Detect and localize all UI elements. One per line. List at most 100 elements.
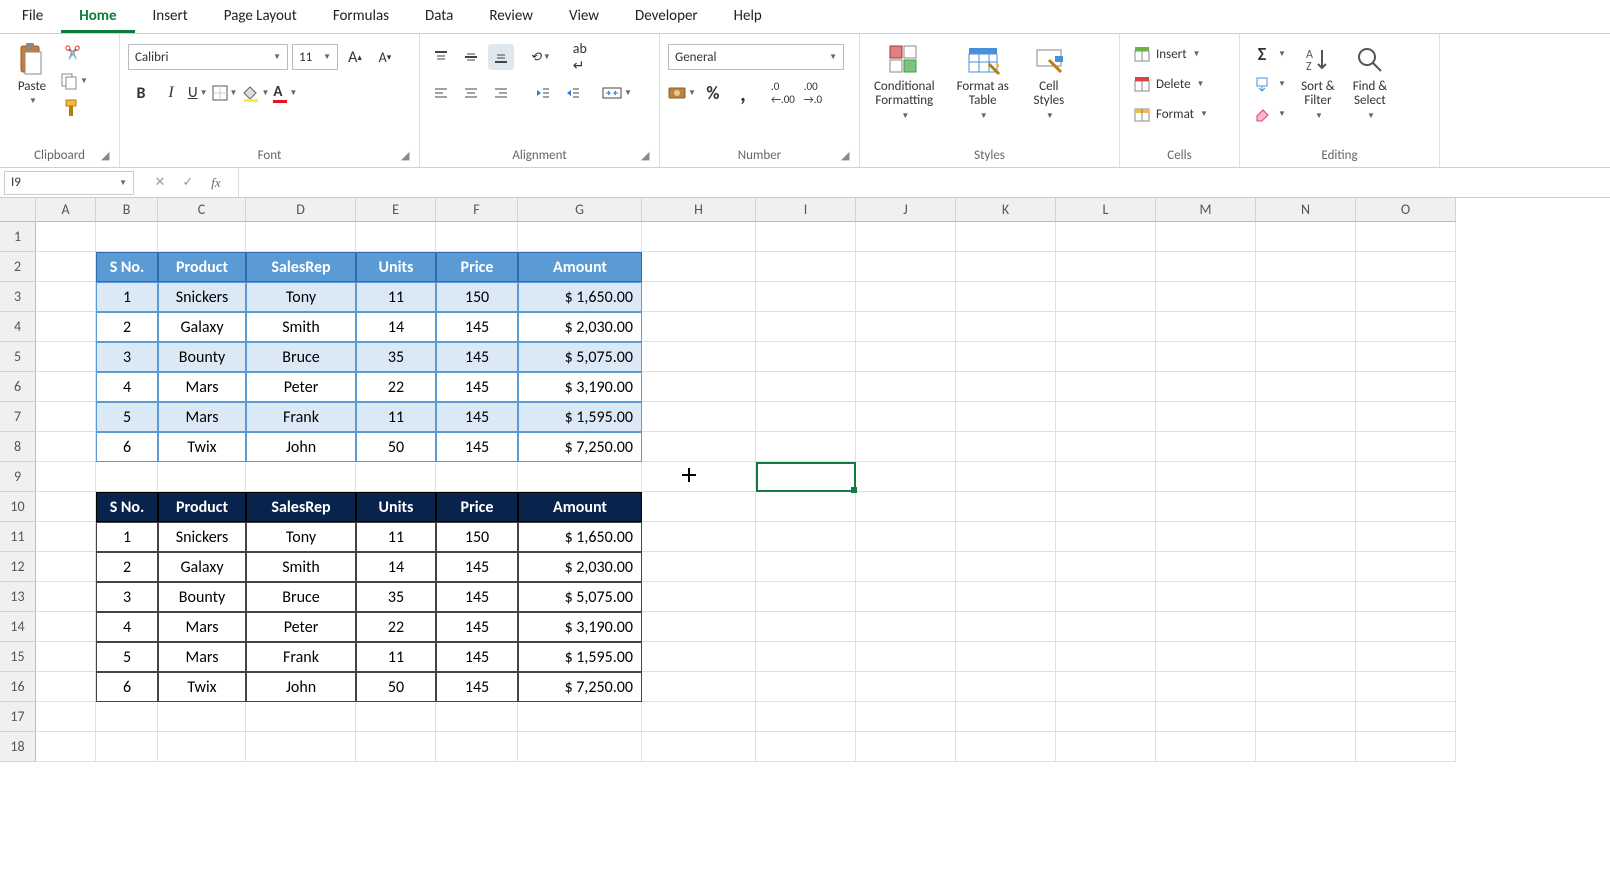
cell[interactable]: 4 xyxy=(96,612,158,642)
cell[interactable] xyxy=(642,702,756,732)
cell-styles-button[interactable]: Cell Styles▼ xyxy=(1025,38,1073,125)
align-left-button[interactable] xyxy=(428,80,454,106)
cell[interactable]: 35 xyxy=(356,342,436,372)
column-header[interactable]: H xyxy=(642,198,756,222)
cell[interactable] xyxy=(1056,552,1156,582)
cell[interactable]: 50 xyxy=(356,672,436,702)
underline-button[interactable]: U▼ xyxy=(188,80,208,106)
cell[interactable]: $ 7,250.00 xyxy=(518,432,642,462)
cell[interactable]: 6 xyxy=(96,672,158,702)
cell[interactable]: Twix xyxy=(158,672,246,702)
cell[interactable] xyxy=(36,252,96,282)
cell[interactable]: 22 xyxy=(356,612,436,642)
copy-button[interactable]: ▼ xyxy=(60,69,88,92)
cell[interactable] xyxy=(1156,222,1256,252)
row-header[interactable]: 11 xyxy=(0,522,36,552)
column-header[interactable]: B xyxy=(96,198,158,222)
cell[interactable] xyxy=(856,462,956,492)
cell[interactable] xyxy=(756,312,856,342)
cell[interactable] xyxy=(1156,282,1256,312)
cell[interactable] xyxy=(1356,702,1456,732)
column-header[interactable]: M xyxy=(1156,198,1256,222)
decrease-indent-button[interactable] xyxy=(530,80,556,106)
cell[interactable] xyxy=(642,672,756,702)
cell[interactable] xyxy=(1256,402,1356,432)
cell[interactable] xyxy=(1356,672,1456,702)
column-header[interactable]: C xyxy=(158,198,246,222)
cell[interactable] xyxy=(642,522,756,552)
cell[interactable]: 1 xyxy=(96,282,158,312)
cell[interactable] xyxy=(756,672,856,702)
cell[interactable] xyxy=(756,522,856,552)
cell[interactable] xyxy=(356,222,436,252)
cell[interactable] xyxy=(856,552,956,582)
cell[interactable] xyxy=(1256,552,1356,582)
increase-decimal-button[interactable]: .0←.00 xyxy=(770,80,796,106)
cell[interactable]: 35 xyxy=(356,582,436,612)
cell[interactable]: Peter xyxy=(246,372,356,402)
cell[interactable]: 11 xyxy=(356,642,436,672)
cell[interactable] xyxy=(642,342,756,372)
cell[interactable] xyxy=(246,702,356,732)
cell[interactable] xyxy=(642,732,756,762)
cell[interactable] xyxy=(756,222,856,252)
tab-home[interactable]: Home xyxy=(61,0,134,33)
row-header[interactable]: 10 xyxy=(0,492,36,522)
cell[interactable] xyxy=(1056,312,1156,342)
cell[interactable] xyxy=(1356,642,1456,672)
tab-insert[interactable]: Insert xyxy=(135,0,206,33)
cell[interactable]: $ 1,650.00 xyxy=(518,522,642,552)
spreadsheet-grid[interactable]: ABCDEFGHIJKLMNO12S No.ProductSalesRepUni… xyxy=(0,198,1456,880)
cell[interactable] xyxy=(436,222,518,252)
column-header[interactable]: D xyxy=(246,198,356,222)
cell[interactable]: Tony xyxy=(246,522,356,552)
cell[interactable] xyxy=(1256,642,1356,672)
cell[interactable] xyxy=(1356,282,1456,312)
cell[interactable] xyxy=(356,732,436,762)
cell[interactable] xyxy=(1056,432,1156,462)
cell[interactable]: 14 xyxy=(356,552,436,582)
cell[interactable] xyxy=(956,612,1056,642)
cell[interactable] xyxy=(36,402,96,432)
column-header[interactable] xyxy=(0,198,36,222)
cell[interactable] xyxy=(96,732,158,762)
cell[interactable] xyxy=(856,372,956,402)
cell[interactable] xyxy=(1156,642,1256,672)
cell[interactable] xyxy=(1356,492,1456,522)
cell[interactable] xyxy=(36,282,96,312)
name-box[interactable]: I9▼ xyxy=(4,171,134,195)
cell[interactable] xyxy=(36,342,96,372)
cell[interactable] xyxy=(36,702,96,732)
insert-cells-button[interactable]: Insert▼ xyxy=(1128,42,1204,66)
cell[interactable] xyxy=(956,342,1056,372)
cell[interactable] xyxy=(1156,492,1256,522)
cell[interactable] xyxy=(756,612,856,642)
cell[interactable]: Snickers xyxy=(158,282,246,312)
align-bottom-button[interactable] xyxy=(488,44,514,70)
cell[interactable] xyxy=(756,432,856,462)
cell[interactable] xyxy=(1356,252,1456,282)
cell[interactable] xyxy=(956,522,1056,552)
autosum-button[interactable]: Σ▼ xyxy=(1248,42,1290,66)
cell[interactable] xyxy=(642,222,756,252)
cell[interactable] xyxy=(1256,492,1356,522)
cell[interactable] xyxy=(158,702,246,732)
cell[interactable] xyxy=(856,252,956,282)
cell[interactable]: Mars xyxy=(158,402,246,432)
cell[interactable] xyxy=(1256,222,1356,252)
cell[interactable] xyxy=(642,402,756,432)
cell[interactable]: 145 xyxy=(436,372,518,402)
cell[interactable] xyxy=(436,702,518,732)
cell[interactable]: 145 xyxy=(436,582,518,612)
cell[interactable] xyxy=(756,492,856,522)
cell[interactable]: Units xyxy=(356,252,436,282)
cell[interactable]: 6 xyxy=(96,432,158,462)
cut-button[interactable]: ✂️ xyxy=(60,42,86,65)
cell[interactable]: Twix xyxy=(158,432,246,462)
cell[interactable] xyxy=(1256,282,1356,312)
cell[interactable] xyxy=(856,282,956,312)
orientation-button[interactable]: ⟲▼ xyxy=(530,44,551,70)
column-header[interactable]: N xyxy=(1256,198,1356,222)
cell[interactable]: 145 xyxy=(436,342,518,372)
row-header[interactable]: 13 xyxy=(0,582,36,612)
